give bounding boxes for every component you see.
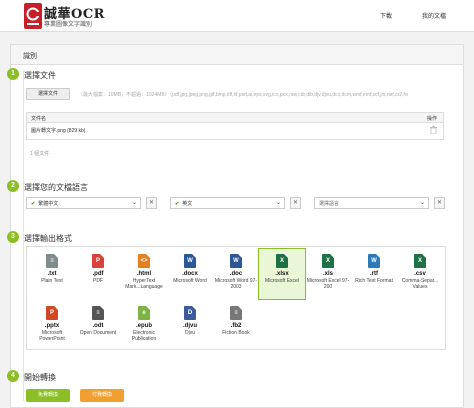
format-grid: ≡ .txt Plain Text P .pdf PDF <> .html Hy…	[26, 246, 446, 350]
format-ext: .odt	[92, 323, 104, 329]
step-4-title: 開始轉換	[24, 373, 56, 382]
format-ext: .pptx	[44, 323, 60, 329]
check-icon: ✔	[175, 201, 180, 207]
format-name: Microsoft Excel 97-200	[306, 278, 350, 290]
file-epub-icon: e	[138, 306, 150, 320]
file-count: 1 個文件	[30, 151, 50, 157]
file-excel-icon: X	[322, 254, 334, 268]
format-ext: .docx	[182, 271, 198, 277]
format-epub[interactable]: e .epub Electronic Publication	[121, 301, 167, 351]
step-3-badge: 3	[7, 231, 19, 243]
free-convert-button[interactable]: 免費轉換	[26, 389, 70, 402]
file-name: 圖片轉文字.png (829 kb)	[31, 128, 86, 134]
step-1-badge: 1	[7, 68, 19, 80]
file-word-icon: W	[230, 254, 242, 268]
format-ext: .xlsx	[275, 271, 289, 277]
format-ext: .csv	[414, 271, 426, 277]
file-table-header: 文件名 操作	[27, 113, 443, 123]
format-name: Microsoft Word 97-2003	[214, 278, 258, 290]
format-rtf[interactable]: W .rtf Rich Text Format	[351, 249, 397, 299]
remove-language-2-button[interactable]: ✕	[290, 197, 301, 209]
remove-language-1-button[interactable]: ✕	[146, 197, 157, 209]
file-table: 文件名 操作 圖片轉文字.png (829 kb)	[26, 112, 444, 140]
format-name: Microsoft PowerPoint	[39, 330, 65, 342]
remove-language-3-button[interactable]: ✕	[434, 197, 445, 209]
nav-my-documents-link[interactable]: 我的文檔	[422, 11, 446, 20]
step-4-badge: 4	[7, 370, 19, 382]
paid-convert-button[interactable]: 付費轉換	[80, 389, 124, 402]
format-ext: .fb2	[230, 323, 242, 329]
format-name: Open Document	[79, 330, 117, 336]
format-ext: .pdf	[92, 271, 104, 277]
format-ext: .xls	[322, 271, 333, 277]
file-txt-icon: ≡	[46, 254, 58, 268]
file-pdf-icon: P	[92, 254, 104, 268]
format-name: Electronic Publication	[131, 330, 157, 342]
file-fb2-icon: ≡	[230, 306, 242, 320]
language-3-placeholder: 選擇語言	[319, 201, 340, 207]
logo-icon[interactable]	[24, 3, 42, 29]
format-name: Microsoft Excel	[265, 278, 299, 284]
format-name: Microsoft Word	[173, 278, 207, 284]
format-fb2[interactable]: ≡ .fb2 Fiction Book	[213, 301, 259, 351]
format-csv[interactable]: X .csv Comma-Separ... Values	[397, 249, 443, 299]
trash-icon[interactable]	[430, 126, 437, 136]
chevron-down-icon: ⌄	[131, 200, 137, 206]
top-bar: 誠華OCR 專業圖像文字識別 下載 我的文檔	[0, 0, 474, 32]
table-row: 圖片轉文字.png (829 kb)	[27, 123, 443, 138]
logo-subtitle: 專業圖像文字識別	[44, 22, 93, 28]
format-doc[interactable]: W .doc Microsoft Word 97-2003	[213, 249, 259, 299]
language-select-1[interactable]: ✔ 繁體中文 ⌄	[26, 197, 141, 209]
file-djvu-icon: D	[184, 306, 196, 320]
format-ext: .epub	[136, 323, 152, 329]
file-rtf-icon: W	[368, 254, 380, 268]
language-select-2[interactable]: ✔ 英文 ⌄	[170, 197, 285, 209]
chevron-down-icon: ⌄	[275, 200, 281, 206]
file-word-icon: W	[184, 254, 196, 268]
format-pdf[interactable]: P .pdf PDF	[75, 249, 121, 299]
format-name: HyperText Mark...Language	[125, 278, 163, 290]
step-2-title: 選擇您的文檔語言	[24, 183, 88, 192]
format-name: Rich Text Format	[355, 278, 393, 284]
format-docx[interactable]: W .docx Microsoft Word	[167, 249, 213, 299]
choose-file-button[interactable]: 選擇文件	[26, 88, 70, 100]
language-select-3[interactable]: 選擇語言 ⌄	[314, 197, 429, 209]
language-2-value: 英文	[182, 201, 193, 207]
nav-download-link[interactable]: 下載	[380, 11, 392, 20]
step-3-title: 選擇輸出格式	[24, 234, 72, 243]
format-ext: .doc	[229, 271, 243, 277]
format-ext: .djvu	[182, 323, 197, 329]
language-1-value: 繁體中文	[38, 201, 59, 207]
format-html[interactable]: <> .html HyperText Mark...Language	[121, 249, 167, 299]
step-2-badge: 2	[7, 180, 19, 192]
format-odt[interactable]: ≡ .odt Open Document	[75, 301, 121, 351]
file-excel-icon: X	[276, 254, 288, 268]
file-html-icon: <>	[138, 254, 150, 268]
format-name: Fiction Book	[222, 330, 250, 336]
format-name: Djvu	[184, 330, 195, 336]
col-action: 操作	[426, 116, 437, 122]
format-name: PDF	[93, 278, 103, 284]
panel-title: 識別	[11, 45, 463, 65]
format-xls[interactable]: X .xls Microsoft Excel 97-200	[305, 249, 351, 299]
format-xlsx[interactable]: X .xlsx Microsoft Excel	[258, 248, 306, 300]
format-txt[interactable]: ≡ .txt Plain Text	[29, 249, 75, 299]
format-djvu[interactable]: D .djvu Djvu	[167, 301, 213, 351]
format-ext: .txt	[47, 271, 57, 277]
recognition-panel: 識別	[10, 44, 464, 408]
file-odt-icon: ≡	[92, 306, 104, 320]
col-file-name: 文件名	[31, 116, 47, 122]
upload-hint: （最大檔案：10MB，不超過：1024MB）（pdf,jpg,jpeg,png,…	[78, 92, 408, 98]
step-1-title: 選擇文件	[24, 71, 56, 80]
file-powerpoint-icon: P	[46, 306, 58, 320]
file-csv-icon: X	[414, 254, 426, 268]
chevron-down-icon: ⌄	[419, 200, 425, 206]
format-pptx[interactable]: P .pptx Microsoft PowerPoint	[29, 301, 75, 351]
format-ext: .html	[136, 271, 152, 277]
check-icon: ✔	[31, 201, 36, 207]
format-name: Comma-Separ... Values	[401, 278, 439, 290]
format-ext: .rtf	[370, 271, 378, 277]
format-name: Plain Text	[41, 278, 63, 284]
